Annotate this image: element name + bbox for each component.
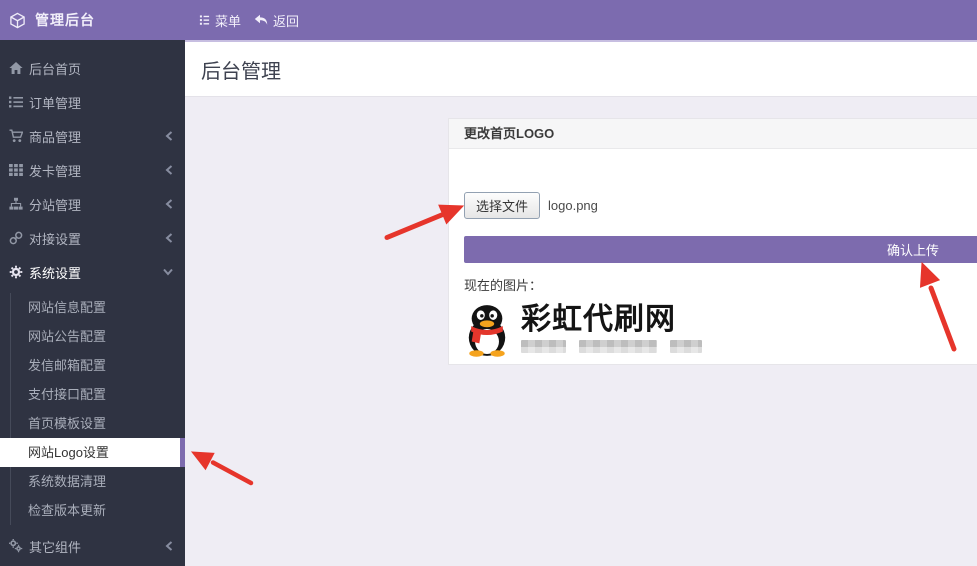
sitemap-icon	[8, 197, 23, 212]
submenu-item-payment[interactable]: 支付接口配置	[0, 380, 185, 409]
submenu-item-data-cleanup[interactable]: 系统数据清理	[0, 467, 185, 496]
back-label: 返回	[273, 11, 299, 30]
sidebar-item-orders[interactable]: 订单管理	[0, 85, 185, 119]
main-layout: 后台首页 订单管理	[0, 40, 977, 566]
gear-icon	[8, 265, 23, 280]
submenu-item-mail[interactable]: 发信邮箱配置	[0, 351, 185, 380]
sidebar-item-other-components[interactable]: 其它组件	[0, 529, 185, 563]
submenu-item-logo-settings[interactable]: 网站Logo设置	[0, 438, 185, 467]
censored-block	[670, 340, 702, 353]
sidebar-item-system-settings[interactable]: 系统设置	[0, 255, 185, 289]
page-title: 后台管理	[201, 55, 281, 84]
logo-text-column: 彩虹代刷网	[521, 303, 702, 353]
sidebar-item-cards[interactable]: 发卡管理	[0, 153, 185, 187]
confirm-upload-button[interactable]: 确认上传	[464, 236, 977, 263]
sidebar: 后台首页 订单管理	[0, 40, 185, 566]
content-header: 后台管理	[185, 40, 977, 97]
qq-penguin-icon	[464, 303, 510, 357]
reply-arrow-icon	[254, 14, 268, 26]
menu-label: 菜单	[215, 11, 241, 30]
card-header: 更改首页LOGO	[449, 119, 977, 149]
topbar: 管理后台 菜单 返回	[0, 0, 977, 40]
system-submenu: 网站信息配置 网站公告配置 发信邮箱配置 支付接口配置 首页模板设置 网站Log…	[0, 289, 185, 529]
censored-block	[521, 340, 566, 353]
menu-list-icon	[199, 14, 210, 26]
chevron-left-icon	[165, 199, 173, 209]
content-area: 后台管理 更改首页LOGO 选择文件 logo.png 确认上传 现在的图片：	[185, 40, 977, 566]
sidebar-item-label: 发卡管理	[29, 161, 81, 180]
current-logo-image: 彩虹代刷网	[464, 303, 977, 357]
sidebar-item-integration[interactable]: 对接设置	[0, 221, 185, 255]
system-submenu-wrap: 网站信息配置 网站公告配置 发信邮箱配置 支付接口配置 首页模板设置 网站Log…	[0, 289, 185, 529]
gears-icon	[8, 539, 23, 554]
cube-icon	[9, 12, 26, 29]
brand: 管理后台	[0, 10, 185, 30]
submenu-item-site-info[interactable]: 网站信息配置	[0, 293, 185, 322]
card-body: 选择文件 logo.png 确认上传 现在的图片：	[449, 149, 977, 364]
sidebar-item-dashboard[interactable]: 后台首页	[0, 51, 185, 85]
chevron-left-icon	[165, 541, 173, 551]
censored-block	[579, 340, 657, 353]
file-input-row: 选择文件 logo.png	[464, 193, 977, 217]
censored-text-row	[521, 340, 702, 353]
cart-icon	[8, 129, 23, 144]
current-image-label: 现在的图片：	[464, 275, 977, 294]
chevron-left-icon	[165, 131, 173, 141]
sidebar-item-label: 其它组件	[29, 537, 81, 556]
sidebar-menu: 后台首页 订单管理	[0, 40, 185, 563]
grid-icon	[8, 163, 23, 178]
submenu-item-announcement[interactable]: 网站公告配置	[0, 322, 185, 351]
logo-settings-card: 更改首页LOGO 选择文件 logo.png 确认上传 现在的图片：	[448, 118, 977, 365]
topbar-nav: 菜单 返回	[199, 11, 312, 30]
upload-button-label: 确认上传	[887, 240, 939, 259]
submenu-item-version-check[interactable]: 检查版本更新	[0, 496, 185, 525]
sidebar-item-label: 分站管理	[29, 195, 81, 214]
list-icon	[8, 95, 23, 110]
sidebar-item-label: 商品管理	[29, 127, 81, 146]
chevron-left-icon	[165, 165, 173, 175]
brand-title: 管理后台	[35, 10, 95, 30]
sidebar-item-label: 订单管理	[29, 93, 81, 112]
link-icon	[8, 231, 23, 246]
chevron-down-icon	[163, 268, 173, 276]
app-root: 管理后台 菜单 返回	[0, 0, 977, 566]
logo-site-name: 彩虹代刷网	[521, 303, 702, 337]
selected-file-name: logo.png	[548, 198, 598, 213]
sidebar-item-label: 对接设置	[29, 229, 81, 248]
home-icon	[8, 61, 23, 76]
back-button[interactable]: 返回	[254, 11, 299, 30]
chevron-left-icon	[165, 233, 173, 243]
sidebar-item-label: 后台首页	[29, 59, 81, 78]
sidebar-item-products[interactable]: 商品管理	[0, 119, 185, 153]
submenu-item-template[interactable]: 首页模板设置	[0, 409, 185, 438]
menu-button[interactable]: 菜单	[199, 11, 241, 30]
choose-file-button[interactable]: 选择文件	[464, 192, 540, 219]
sidebar-item-substations[interactable]: 分站管理	[0, 187, 185, 221]
sidebar-item-label: 系统设置	[29, 263, 81, 282]
